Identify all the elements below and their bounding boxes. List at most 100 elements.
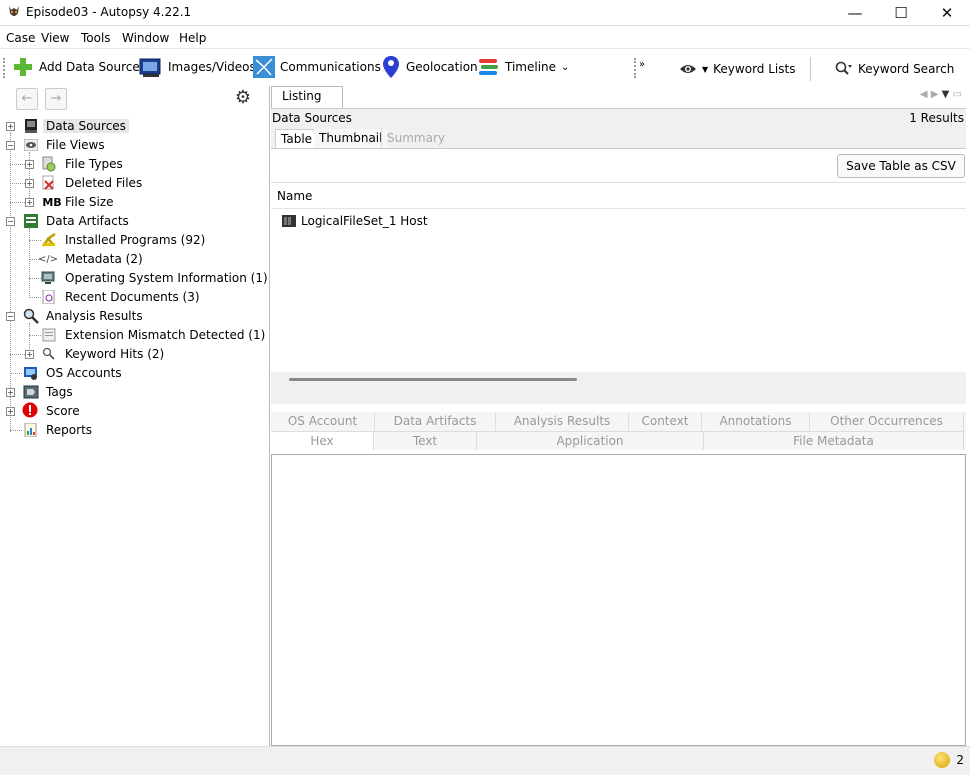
communications-button[interactable]: Communications [253,49,381,85]
communications-icon [253,56,275,78]
menu-tools[interactable]: Tools [81,31,111,45]
forward-button[interactable]: → [45,88,67,110]
collapse-icon[interactable]: − [6,141,15,150]
menu-help[interactable]: Help [179,31,206,45]
collapse-icon[interactable]: − [6,312,15,321]
tree-item-file-types[interactable]: + File Types [0,155,270,174]
tree-item-score[interactable]: + Score [0,402,270,421]
collapse-icon[interactable]: − [6,217,15,226]
keyword-lists-button[interactable]: ▼ Keyword Lists [679,51,795,87]
tree-label: OS Accounts [46,366,122,380]
tab-hex[interactable]: Hex [271,431,374,450]
tree-label: Operating System Information (1) [65,271,268,285]
maximize-panel-icon[interactable]: ▭ [953,89,962,100]
search-icon [835,61,852,75]
report-icon [23,422,39,438]
tree-connector [10,373,22,374]
expand-icon[interactable]: + [25,350,34,359]
toolbar-grip[interactable] [3,58,5,78]
tree-item-recent-documents[interactable]: Recent Documents (3) [0,288,270,307]
tree-item-extension-mismatch[interactable]: Extension Mismatch Detected (1) [0,326,270,345]
tree-connector [29,240,41,241]
geolocation-button[interactable]: Geolocation [381,49,478,85]
horizontal-scrollbar[interactable] [271,372,966,404]
menu-view[interactable]: View [41,31,69,45]
expand-icon[interactable]: + [25,160,34,169]
tree-item-metadata[interactable]: </> Metadata (2) [0,250,270,269]
tab-analysis-results[interactable]: Analysis Results [496,412,629,431]
keyword-search-icon [41,346,57,362]
tab-other-occurrences[interactable]: Other Occurrences [810,412,964,431]
timeline-button[interactable]: Timeline ⌄ [478,49,569,85]
expand-icon[interactable]: + [6,407,15,416]
minimize-button[interactable]: — [832,0,878,26]
gear-icon[interactable]: ⚙ [232,87,254,109]
tab-listing[interactable]: Listing [271,86,343,108]
tab-file-metadata[interactable]: File Metadata [704,431,964,450]
tree-item-reports[interactable]: Reports [0,421,270,440]
tab-data-artifacts[interactable]: Data Artifacts [375,412,496,431]
add-data-source-button[interactable]: Add Data Source [12,49,140,85]
tab-application[interactable]: Application [477,431,704,450]
table-row[interactable]: LogicalFileSet_1 Host [271,211,966,231]
tab-list-dropdown-icon[interactable]: ▼ [942,89,950,100]
tab-thumbnail[interactable]: Thumbnail [314,129,388,149]
tab-annotations[interactable]: Annotations [702,412,810,431]
tree-item-keyword-hits[interactable]: + Keyword Hits (2) [0,345,270,364]
keyword-search-button[interactable]: Keyword Search [835,51,954,87]
eye-icon [680,65,696,73]
tag-icon [23,384,39,400]
tree-connector [10,354,25,355]
tree-item-analysis-results[interactable]: − Analysis Results [0,307,270,326]
images-videos-label: Images/Videos [168,60,256,74]
menu-window[interactable]: Window [122,31,169,45]
tab-scroll-left-icon[interactable]: ◀ [920,89,928,100]
alert-icon [22,402,38,418]
expand-icon[interactable]: + [6,388,15,397]
tree-item-os-accounts[interactable]: OS Accounts [0,364,270,383]
toolbar-overflow-icon[interactable]: » [639,59,645,70]
tree-connector [29,278,41,279]
map-pin-icon [383,56,399,78]
status-bar: 2 [0,746,970,775]
menu-case[interactable]: Case [6,31,35,45]
notification-bulb-icon[interactable] [934,752,950,768]
tree-label: Data Artifacts [46,214,129,228]
deleted-file-icon [41,175,57,191]
listing-title: Data Sources [272,111,352,125]
keyword-lists-label: Keyword Lists [713,62,796,76]
tree-item-file-views[interactable]: − File Views [0,136,270,155]
tab-scroll-right-icon[interactable]: ▶ [931,89,939,100]
expand-icon[interactable]: + [6,122,15,131]
maximize-button[interactable]: ☐ [878,0,924,26]
tab-table[interactable]: Table [275,129,319,149]
tree-item-deleted-files[interactable]: + Deleted Files [0,174,270,193]
tab-os-account[interactable]: OS Account [271,412,375,431]
save-table-csv-button[interactable]: Save Table as CSV [837,154,965,178]
expand-icon[interactable]: + [25,179,34,188]
tab-summary[interactable]: Summary [381,129,450,149]
images-videos-button[interactable]: Images/Videos [139,49,256,85]
tree-item-file-size[interactable]: + MB File Size [0,193,270,212]
timeline-dropdown-icon[interactable]: ⌄ [561,62,569,73]
close-button[interactable]: ✕ [924,0,970,26]
tab-navigation: ◀ ▶ ▼ ▭ [920,89,962,100]
toolbar-grip-2[interactable] [634,58,636,78]
tab-text[interactable]: Text [374,431,477,450]
tree-item-tags[interactable]: + Tags [0,383,270,402]
tree-item-os-information[interactable]: Operating System Information (1) [0,269,270,288]
row-name: LogicalFileSet_1 Host [301,214,428,228]
title-bar: Episode03 - Autopsy 4.22.1 — ☐ ✕ [0,0,970,26]
expand-icon[interactable]: + [25,198,34,207]
column-header-name[interactable]: Name [271,183,966,209]
scrollbar-thumb[interactable] [289,378,577,381]
tree-item-data-sources[interactable]: + Data Sources [0,117,270,136]
tree-label: Extension Mismatch Detected (1) [65,328,266,342]
tree-item-installed-programs[interactable]: Installed Programs (92) [0,231,270,250]
back-button[interactable]: ← [16,88,38,110]
tree-item-data-artifacts[interactable]: − Data Artifacts [0,212,270,231]
tab-context[interactable]: Context [629,412,702,431]
keyword-search-label: Keyword Search [858,62,955,76]
extension-mismatch-icon [41,327,57,343]
add-data-source-label: Add Data Source [39,60,140,74]
